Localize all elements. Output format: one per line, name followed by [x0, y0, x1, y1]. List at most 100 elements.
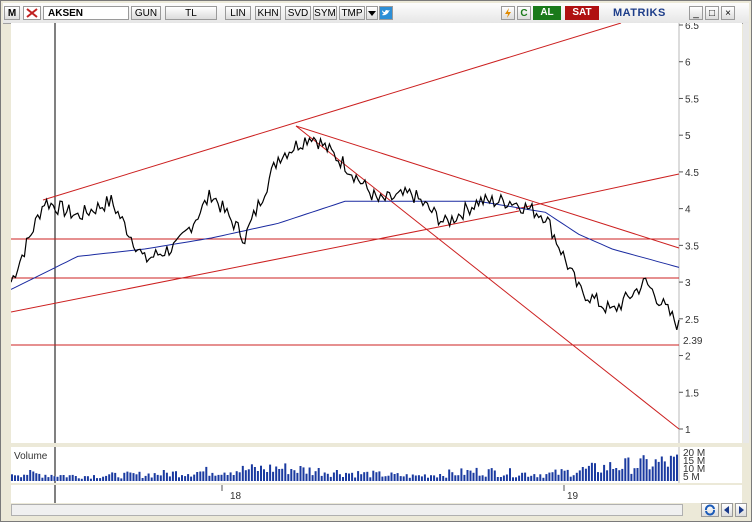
volume-bar	[53, 476, 56, 481]
volume-panel[interactable]: Volume 20 M 15 M 10 M 5 M	[11, 447, 742, 483]
maximize-button[interactable]: □	[705, 6, 719, 20]
volume-bar	[505, 474, 508, 481]
close-symbol-icon[interactable]	[23, 6, 41, 20]
scroll-left-button[interactable]	[721, 503, 733, 517]
volume-bar	[308, 467, 311, 481]
minimize-button[interactable]: _	[689, 6, 703, 20]
price-label: 6	[685, 58, 691, 69]
volume-bar	[11, 474, 13, 481]
volume-bar	[132, 473, 135, 481]
volume-bar	[96, 478, 98, 481]
volume-bar	[594, 463, 596, 481]
volume-bar	[187, 474, 190, 481]
volume-bar	[427, 477, 429, 481]
volume-bar	[314, 471, 317, 481]
price-label: 1	[685, 425, 691, 436]
volume-bar	[299, 466, 302, 481]
menu-button[interactable]: M	[4, 6, 20, 20]
settings-sync-icon[interactable]	[701, 503, 719, 517]
volume-bar	[220, 474, 223, 481]
currency-button[interactable]: TL	[165, 6, 217, 20]
volume-bar	[618, 470, 621, 481]
volume-bar	[472, 472, 475, 481]
volume-bar	[226, 475, 229, 481]
volume-bar	[423, 474, 426, 481]
volume-bar	[35, 473, 38, 481]
time-label-18: 18	[230, 491, 242, 502]
volume-bar	[284, 463, 287, 481]
volume-bar	[408, 477, 411, 481]
volume-bar	[624, 458, 627, 481]
price-label: 3.5	[685, 241, 699, 252]
volume-bar	[454, 475, 457, 481]
volume-bar	[609, 462, 612, 481]
volume-bar	[554, 469, 557, 481]
volume-bar	[524, 472, 527, 481]
volume-bar	[657, 461, 660, 481]
volume-bar	[77, 478, 80, 481]
volume-bar	[317, 468, 320, 481]
period-button[interactable]: GUN	[131, 6, 161, 20]
volume-title: Volume	[14, 451, 48, 462]
volume-bar	[50, 474, 53, 481]
chevron-down-icon	[368, 11, 376, 16]
volume-bar	[266, 472, 269, 481]
volume-bar	[114, 472, 117, 481]
volume-label-5m: 5 M	[683, 472, 700, 483]
volume-bar	[305, 473, 308, 481]
khn-button[interactable]: KHN	[255, 6, 281, 20]
volume-bar	[375, 472, 378, 481]
volume-bar	[478, 475, 481, 481]
volume-bar	[202, 471, 205, 481]
volume-bar	[26, 474, 29, 481]
buy-button[interactable]: AL	[533, 6, 561, 20]
volume-bar	[345, 472, 347, 481]
volume-bar	[80, 478, 83, 481]
template-button[interactable]: TMP	[339, 6, 365, 20]
volume-bar	[184, 476, 187, 481]
volume-bar	[89, 478, 92, 481]
volume-bar	[29, 470, 32, 481]
volume-bar	[445, 477, 448, 481]
volume-bar	[417, 475, 420, 481]
symbol-input[interactable]: AKSEN	[43, 6, 129, 20]
volume-bar	[448, 469, 451, 481]
volume-bar	[512, 477, 514, 481]
sym-button[interactable]: SYM	[313, 6, 337, 20]
vertical-scrollbar[interactable]	[743, 23, 749, 443]
volume-bar	[430, 475, 432, 481]
volume-bar	[68, 475, 71, 481]
volume-bar	[548, 472, 551, 481]
volume-bar	[639, 458, 642, 481]
bolt-icon	[505, 8, 511, 18]
volume-bar	[171, 471, 174, 481]
template-dropdown-icon[interactable]	[366, 6, 378, 20]
time-axis: 18 19	[11, 485, 742, 503]
svd-button[interactable]: SVD	[285, 6, 311, 20]
twitter-icon[interactable]	[379, 6, 393, 20]
horizontal-scrollbar[interactable]	[11, 504, 683, 516]
volume-bar	[521, 472, 524, 481]
lightning-icon[interactable]	[501, 6, 515, 20]
volume-bar	[669, 455, 672, 481]
price-chart[interactable]: 6.5 6 5.5 5 4.5 4 3.5 3 2.5 2 1.5 1 2.39	[11, 23, 742, 443]
scroll-right-button[interactable]	[735, 503, 747, 517]
refresh-button[interactable]: C	[517, 6, 531, 20]
close-button[interactable]: ×	[721, 6, 735, 20]
volume-bar	[487, 469, 490, 481]
volume-bar	[165, 472, 168, 481]
volume-bar	[672, 456, 675, 481]
linear-scale-button[interactable]: LIN	[225, 6, 251, 20]
volume-bar	[256, 471, 259, 481]
volume-bar	[17, 475, 20, 481]
volume-bar	[135, 474, 138, 481]
volume-bar	[457, 475, 460, 481]
volume-bar	[205, 466, 208, 481]
volume-bar	[338, 474, 341, 481]
sell-button[interactable]: SAT	[565, 6, 599, 20]
volume-bar	[402, 476, 405, 481]
volume-bar	[481, 475, 484, 481]
price-label: 1.5	[685, 388, 699, 399]
volume-bar	[551, 472, 554, 481]
volume-bar	[578, 470, 581, 481]
